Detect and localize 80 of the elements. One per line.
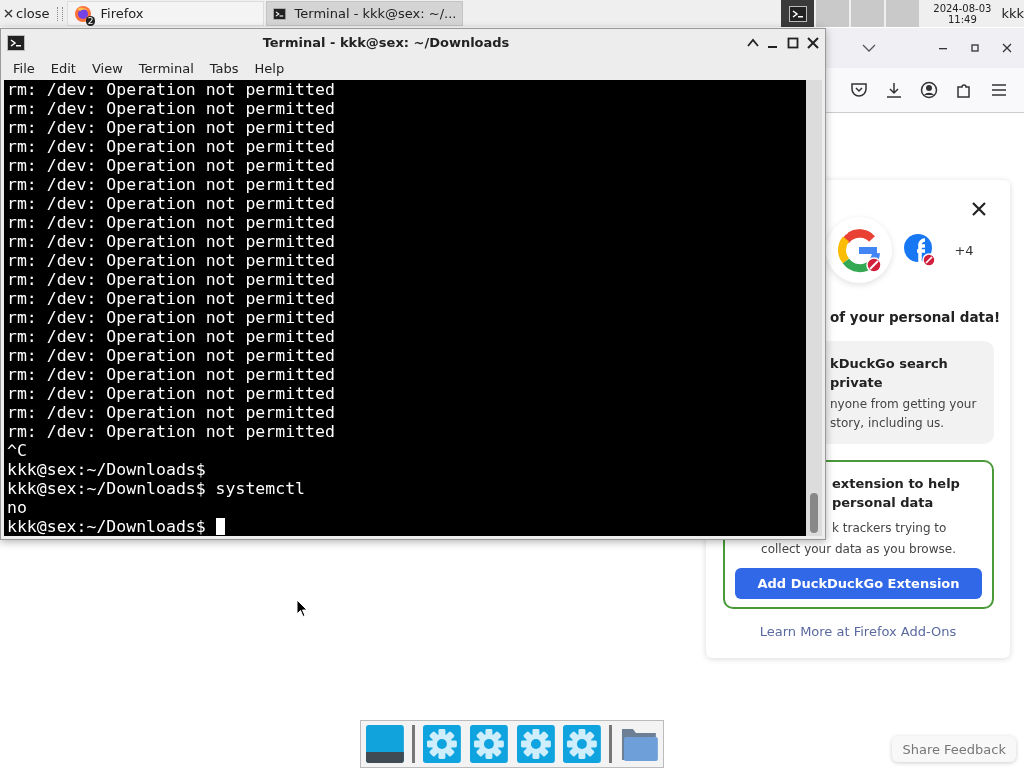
pocket-icon[interactable]: [850, 81, 868, 99]
menu-item[interactable]: Help: [246, 60, 293, 76]
terminal-line: rm: /dev: Operation not permitted: [7, 99, 335, 118]
terminal-line: rm: /dev: Operation not permitted: [7, 137, 335, 156]
close-icon[interactable]: [972, 202, 986, 216]
card-text: k trackers trying to: [831, 520, 948, 537]
clock-date: 2024-08-03: [933, 2, 992, 14]
terminal-line: rm: /dev: Operation not permitted: [7, 213, 335, 232]
mouse-pointer-icon: [296, 599, 308, 618]
add-ons-link[interactable]: Learn More at Firefox Add-Ons: [722, 623, 1004, 641]
add-extension-button[interactable]: Add DuckDuckGo Extension: [735, 568, 982, 599]
terminal-line: rm: /dev: Operation not permitted: [7, 384, 335, 403]
share-feedback-button[interactable]: Share Feedback: [892, 736, 1016, 762]
terminal-line: rm: /dev: Operation not permitted: [7, 403, 335, 422]
menu-item[interactable]: View: [83, 60, 131, 76]
account-icon[interactable]: [920, 81, 938, 99]
terminal-line: rm: /dev: Operation not permitted: [7, 175, 335, 194]
terminal-icon: [7, 34, 25, 51]
terminal-line: rm: /dev: Operation not permitted: [7, 251, 335, 270]
menu-item[interactable]: Terminal: [130, 60, 202, 76]
terminal-line: rm: /dev: Operation not permitted: [7, 232, 335, 251]
terminal-line: kkk@sex:~/Downloads$ systemctl: [7, 479, 305, 498]
close-icon[interactable]: [1002, 43, 1012, 53]
gear-icon[interactable]: [421, 724, 462, 764]
card-text: story, including us.: [829, 415, 946, 432]
desktop-icon[interactable]: [365, 724, 405, 764]
card-title: personal data: [831, 494, 935, 512]
scrollbar-thumb[interactable]: [810, 493, 818, 533]
card-title: private: [829, 374, 884, 392]
taskbar-button[interactable]: Terminal - kkk@sex: ~/...: [266, 1, 464, 26]
tracker-count: +4: [953, 241, 975, 260]
terminal-line: rm: /dev: Operation not permitted: [7, 289, 335, 308]
terminal-line: rm: /dev: Operation not permitted: [7, 80, 335, 99]
terminal-line: no: [7, 498, 27, 517]
close-icon: [4, 9, 13, 18]
card-title: extension to help: [831, 475, 961, 493]
taskbar-button[interactable]: 2 Firefox: [67, 1, 265, 26]
notification-badge: 2: [85, 15, 96, 26]
menu-item[interactable]: File: [5, 60, 43, 76]
terminal-line: rm: /dev: Operation not permitted: [7, 156, 335, 175]
terminal-line: rm: /dev: Operation not permitted: [7, 422, 335, 441]
terminal-line: ^C: [7, 441, 27, 460]
terminal-line: rm: /dev: Operation not permitted: [7, 194, 335, 213]
terminal-icon: [273, 5, 287, 22]
maximize-icon[interactable]: [970, 43, 980, 53]
terminal-line: kkk@sex:~/Downloads$: [7, 460, 206, 479]
card-title: kDuckGo search: [829, 355, 949, 373]
download-icon[interactable]: [885, 81, 903, 99]
task-label: Terminal - kkk@sex: ~/...: [294, 6, 457, 21]
chevron-down-icon[interactable]: [862, 43, 876, 53]
gear-icon[interactable]: [515, 724, 556, 764]
menu-item[interactable]: Edit: [42, 60, 84, 76]
terminal-line: rm: /dev: Operation not permitted: [7, 327, 335, 346]
menu-icon[interactable]: [990, 81, 1008, 99]
terminal-line: kkk@sex:~/Downloads$: [7, 517, 206, 536]
maximize-icon[interactable]: [787, 36, 799, 49]
chevron-up-icon[interactable]: [747, 36, 759, 49]
card-text: collect your data as you browse.: [760, 541, 957, 558]
card-text: nyone from getting your: [829, 396, 978, 413]
close-icon[interactable]: [807, 36, 819, 49]
menu-item[interactable]: Tabs: [201, 60, 247, 76]
user-name: kkk: [1001, 6, 1024, 21]
gear-icon[interactable]: [468, 724, 509, 764]
terminal-line: rm: /dev: Operation not permitted: [7, 270, 335, 289]
terminal-line: rm: /dev: Operation not permitted: [7, 365, 335, 384]
workspace-button[interactable]: [781, 0, 815, 27]
window-title: Terminal - kkk@sex: ~/Downloads: [261, 35, 511, 50]
close-button[interactable]: close: [0, 0, 54, 27]
terminal-line: rm: /dev: Operation not permitted: [7, 118, 335, 137]
terminal-line: rm: /dev: Operation not permitted: [7, 346, 335, 365]
popup-heading: of your personal data!: [829, 308, 1002, 326]
task-label: Firefox: [100, 6, 144, 21]
scrollbar[interactable]: [806, 80, 822, 536]
firefox-icon: [74, 4, 93, 23]
clock-time: 11:49: [947, 13, 977, 25]
gear-icon[interactable]: [562, 724, 603, 764]
text-cursor: [215, 518, 225, 535]
google-logo-icon: [836, 227, 882, 273]
terminal-line: rm: /dev: Operation not permitted: [7, 308, 335, 327]
terminal-icon: [788, 5, 807, 22]
